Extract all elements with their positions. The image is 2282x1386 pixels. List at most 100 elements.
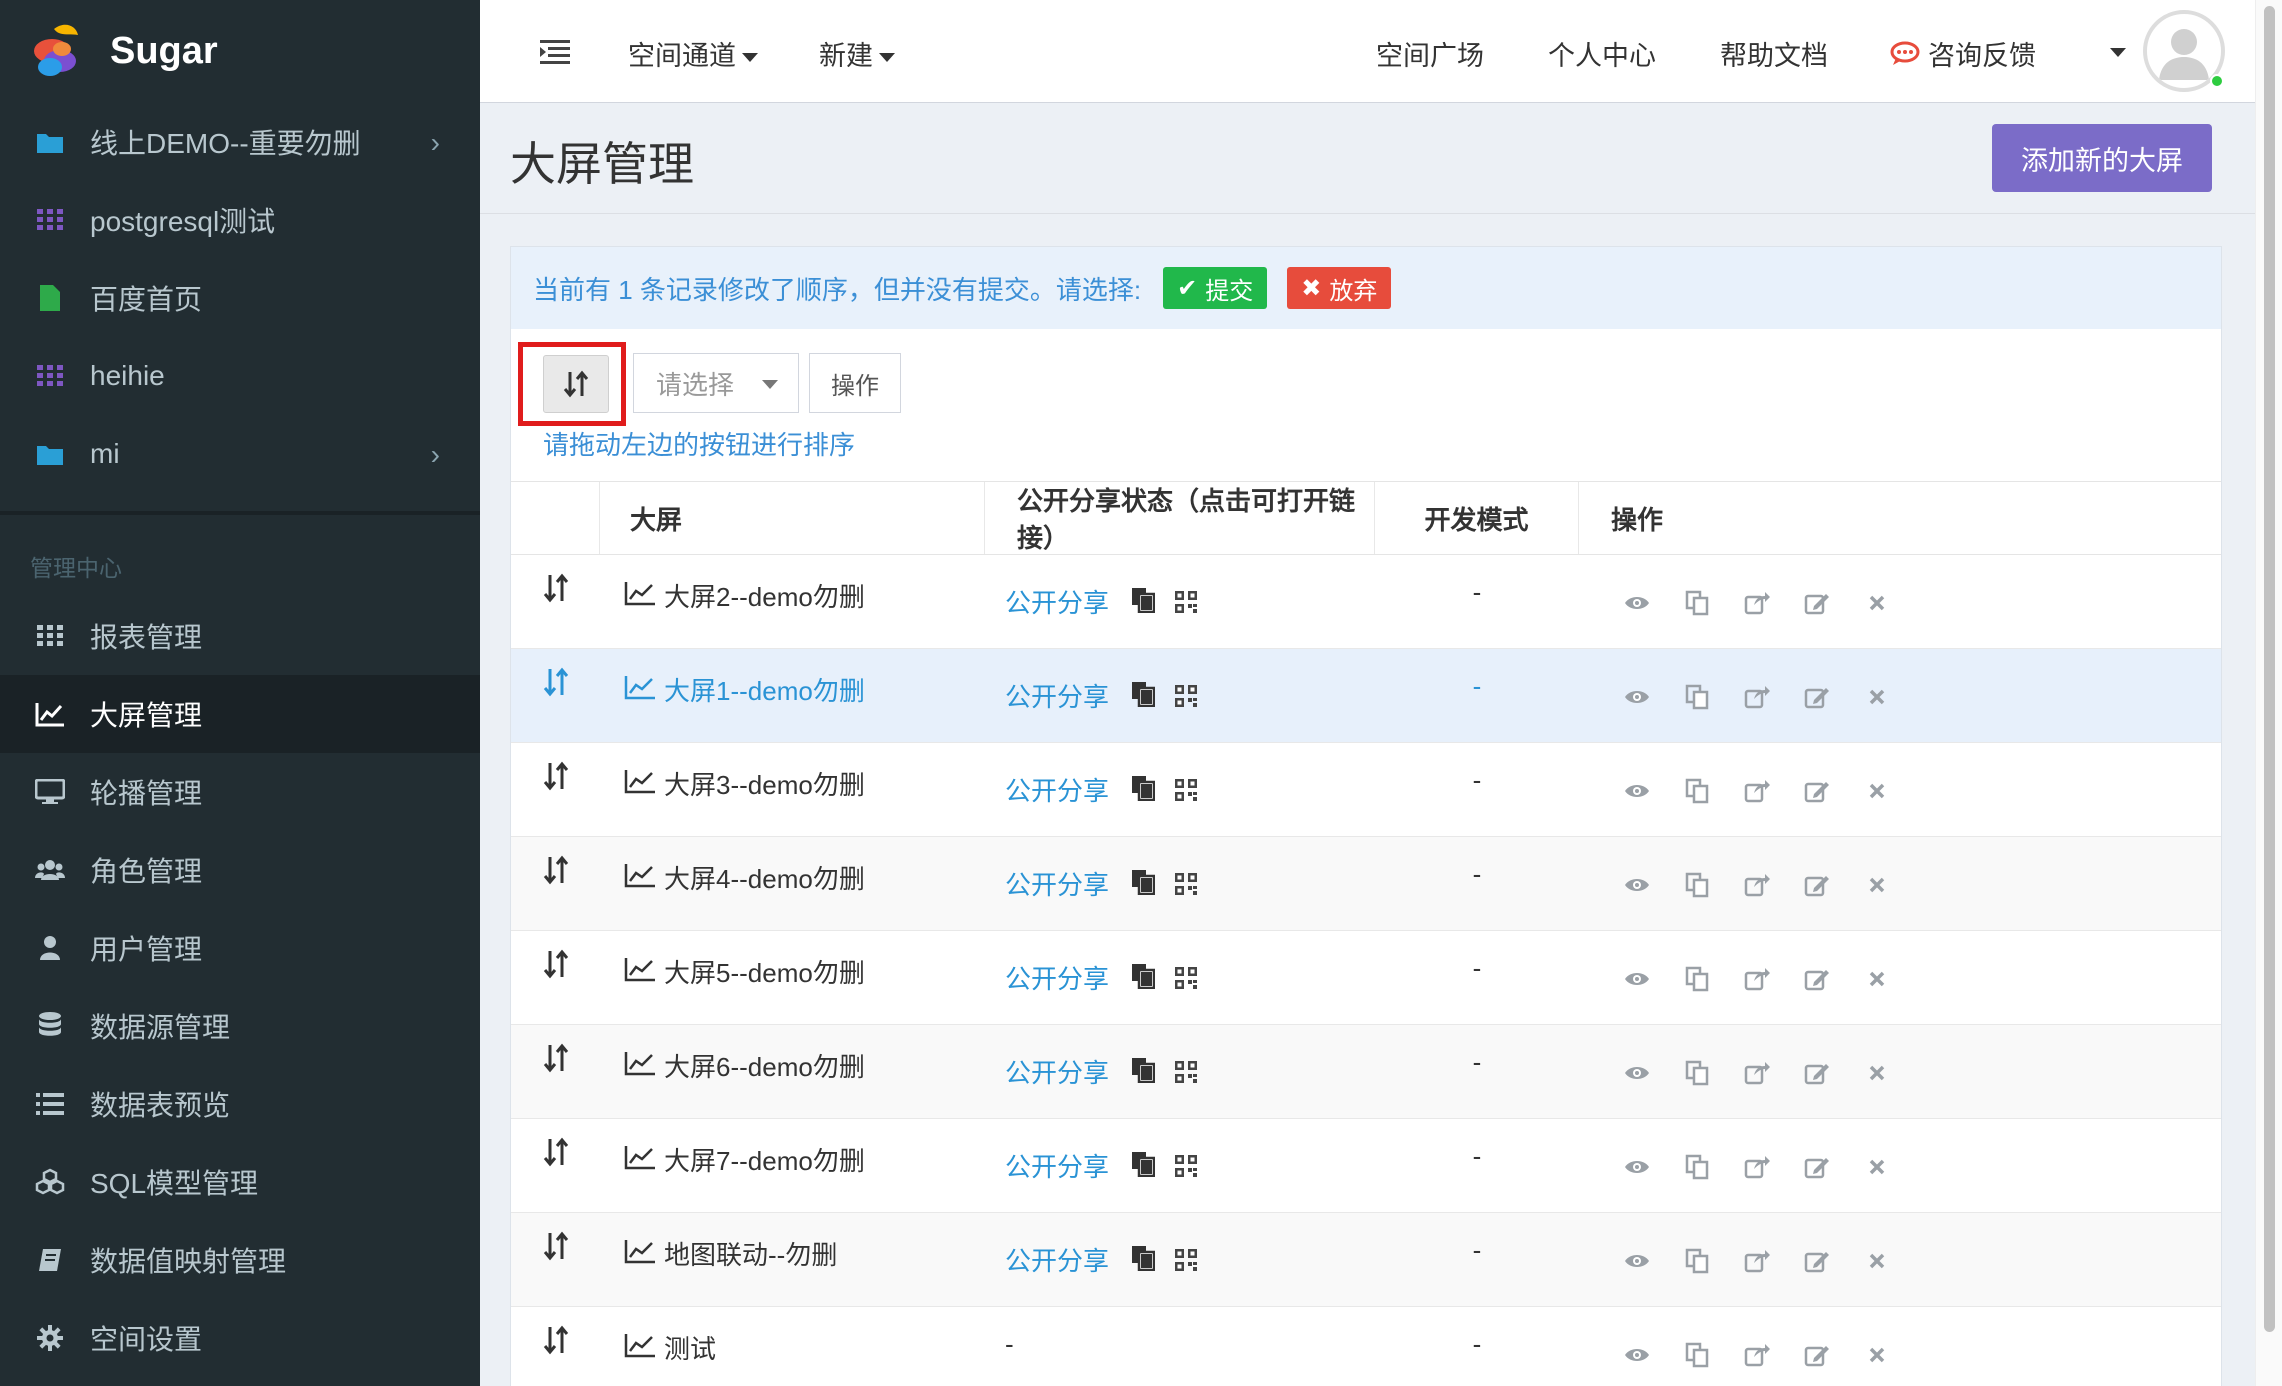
qrcode-icon[interactable] bbox=[1175, 965, 1198, 1024]
screen-name-cell[interactable]: 大屏6--demo勿删 bbox=[600, 1025, 985, 1118]
drag-handle[interactable] bbox=[511, 555, 600, 648]
public-share-link[interactable]: 公开分享 bbox=[1005, 865, 1109, 930]
sidebar-nav-item[interactable]: 数据值映射管理 bbox=[0, 1221, 480, 1299]
discard-order-button[interactable]: ✖ 放弃 bbox=[1287, 267, 1392, 309]
sidebar-space-item[interactable]: 线上DEMO--重要勿删 › bbox=[0, 103, 480, 181]
qrcode-icon[interactable] bbox=[1175, 1059, 1198, 1118]
copy-link-icon[interactable] bbox=[1131, 1245, 1156, 1306]
public-share-link[interactable]: 公开分享 bbox=[1005, 583, 1109, 648]
drag-handle[interactable] bbox=[511, 1213, 600, 1306]
table-row[interactable]: 大屏7--demo勿删 公开分享 - bbox=[511, 1119, 2221, 1213]
copy-icon[interactable] bbox=[1683, 1153, 1711, 1181]
delete-icon[interactable] bbox=[1863, 589, 1891, 617]
delete-icon[interactable] bbox=[1863, 777, 1891, 805]
share-icon[interactable] bbox=[1743, 777, 1771, 805]
copy-icon[interactable] bbox=[1683, 871, 1711, 899]
sidebar-nav-item[interactable]: 大屏管理 bbox=[0, 675, 480, 753]
sidebar-nav-item[interactable]: 轮播管理 bbox=[0, 753, 480, 831]
user-menu-toggle[interactable] bbox=[2104, 44, 2126, 62]
edit-icon[interactable] bbox=[1803, 1341, 1831, 1369]
space-plaza-link[interactable]: 空间广场 bbox=[1376, 34, 1484, 73]
share-icon[interactable] bbox=[1743, 1153, 1771, 1181]
bulk-operate-button[interactable]: 操作 bbox=[809, 353, 901, 413]
preview-eye-icon[interactable] bbox=[1623, 683, 1651, 711]
sidebar-nav-item[interactable]: 数据源管理 bbox=[0, 987, 480, 1065]
edit-icon[interactable] bbox=[1803, 1153, 1831, 1181]
th-screen[interactable]: 大屏 bbox=[600, 482, 985, 554]
preview-eye-icon[interactable] bbox=[1623, 1059, 1651, 1087]
preview-eye-icon[interactable] bbox=[1623, 965, 1651, 993]
qrcode-icon[interactable] bbox=[1175, 1153, 1198, 1212]
preview-eye-icon[interactable] bbox=[1623, 1247, 1651, 1275]
table-row[interactable]: 大屏1--demo勿删 公开分享 - bbox=[511, 649, 2221, 743]
table-row[interactable]: 地图联动--勿删 公开分享 - bbox=[511, 1213, 2221, 1307]
share-icon[interactable] bbox=[1743, 1341, 1771, 1369]
public-share-link[interactable]: 公开分享 bbox=[1005, 1147, 1109, 1212]
copy-link-icon[interactable] bbox=[1131, 1151, 1156, 1212]
table-row[interactable]: 大屏2--demo勿删 公开分享 - bbox=[511, 555, 2221, 649]
screen-name-cell[interactable]: 大屏2--demo勿删 bbox=[600, 555, 985, 648]
screen-name-cell[interactable]: 地图联动--勿删 bbox=[600, 1213, 985, 1306]
delete-icon[interactable] bbox=[1863, 871, 1891, 899]
delete-icon[interactable] bbox=[1863, 1153, 1891, 1181]
edit-icon[interactable] bbox=[1803, 589, 1831, 617]
preview-eye-icon[interactable] bbox=[1623, 1153, 1651, 1181]
new-dropdown[interactable]: 新建 bbox=[819, 34, 895, 73]
help-docs-link[interactable]: 帮助文档 bbox=[1720, 34, 1828, 73]
drag-handle[interactable] bbox=[511, 743, 600, 836]
table-row[interactable]: 测试 - - bbox=[511, 1307, 2221, 1386]
scrollbar-thumb[interactable] bbox=[2264, 6, 2275, 1332]
delete-icon[interactable] bbox=[1863, 1341, 1891, 1369]
preview-eye-icon[interactable] bbox=[1623, 871, 1651, 899]
sidebar-nav-item[interactable]: 用户管理 bbox=[0, 909, 480, 987]
feedback-link[interactable]: 咨询反馈 bbox=[1890, 34, 2036, 73]
th-dev-mode[interactable]: 开发模式 bbox=[1375, 482, 1579, 554]
copy-link-icon[interactable] bbox=[1131, 1057, 1156, 1118]
drag-handle[interactable] bbox=[511, 1025, 600, 1118]
screen-name-cell[interactable]: 大屏3--demo勿删 bbox=[600, 743, 985, 836]
preview-eye-icon[interactable] bbox=[1623, 777, 1651, 805]
qrcode-icon[interactable] bbox=[1175, 683, 1198, 742]
edit-icon[interactable] bbox=[1803, 777, 1831, 805]
delete-icon[interactable] bbox=[1863, 965, 1891, 993]
public-share-link[interactable]: 公开分享 bbox=[1005, 677, 1109, 742]
sidebar-nav-item[interactable]: 数据表预览 bbox=[0, 1065, 480, 1143]
sidebar-nav-item[interactable]: 角色管理 bbox=[0, 831, 480, 909]
qrcode-icon[interactable] bbox=[1175, 871, 1198, 930]
brand[interactable]: Sugar bbox=[0, 0, 480, 103]
share-icon[interactable] bbox=[1743, 1247, 1771, 1275]
share-icon[interactable] bbox=[1743, 965, 1771, 993]
personal-center-link[interactable]: 个人中心 bbox=[1548, 34, 1656, 73]
share-icon[interactable] bbox=[1743, 589, 1771, 617]
th-share[interactable]: 公开分享状态（点击可打开链接） bbox=[985, 482, 1375, 554]
sort-toggle-button[interactable] bbox=[543, 355, 609, 413]
sidebar-space-item[interactable]: 百度首页 bbox=[0, 259, 480, 337]
add-screen-button[interactable]: 添加新的大屏 bbox=[1992, 124, 2212, 192]
screen-name-cell[interactable]: 测试 bbox=[600, 1307, 985, 1386]
copy-icon[interactable] bbox=[1683, 589, 1711, 617]
space-channel-dropdown[interactable]: 空间通道 bbox=[628, 34, 758, 73]
sidebar-nav-item[interactable]: 报表管理 bbox=[0, 597, 480, 675]
public-share-link[interactable]: 公开分享 bbox=[1005, 959, 1109, 1024]
bulk-action-select[interactable]: 请选择 bbox=[633, 353, 799, 413]
drag-handle[interactable] bbox=[511, 1119, 600, 1212]
preview-eye-icon[interactable] bbox=[1623, 1341, 1651, 1369]
screen-name-cell[interactable]: 大屏7--demo勿删 bbox=[600, 1119, 985, 1212]
delete-icon[interactable] bbox=[1863, 1247, 1891, 1275]
copy-link-icon[interactable] bbox=[1131, 587, 1156, 648]
public-share-link[interactable]: 公开分享 bbox=[1005, 1053, 1109, 1118]
delete-icon[interactable] bbox=[1863, 1059, 1891, 1087]
qrcode-icon[interactable] bbox=[1175, 777, 1198, 836]
copy-icon[interactable] bbox=[1683, 683, 1711, 711]
edit-icon[interactable] bbox=[1803, 1059, 1831, 1087]
preview-eye-icon[interactable] bbox=[1623, 589, 1651, 617]
delete-icon[interactable] bbox=[1863, 683, 1891, 711]
table-row[interactable]: 大屏4--demo勿删 公开分享 - bbox=[511, 837, 2221, 931]
screen-name-cell[interactable]: 大屏4--demo勿删 bbox=[600, 837, 985, 930]
share-icon[interactable] bbox=[1743, 683, 1771, 711]
copy-link-icon[interactable] bbox=[1131, 775, 1156, 836]
sidebar-nav-item[interactable]: SQL模型管理 bbox=[0, 1143, 480, 1221]
copy-link-icon[interactable] bbox=[1131, 963, 1156, 1024]
copy-icon[interactable] bbox=[1683, 777, 1711, 805]
screen-name-cell[interactable]: 大屏5--demo勿删 bbox=[600, 931, 985, 1024]
